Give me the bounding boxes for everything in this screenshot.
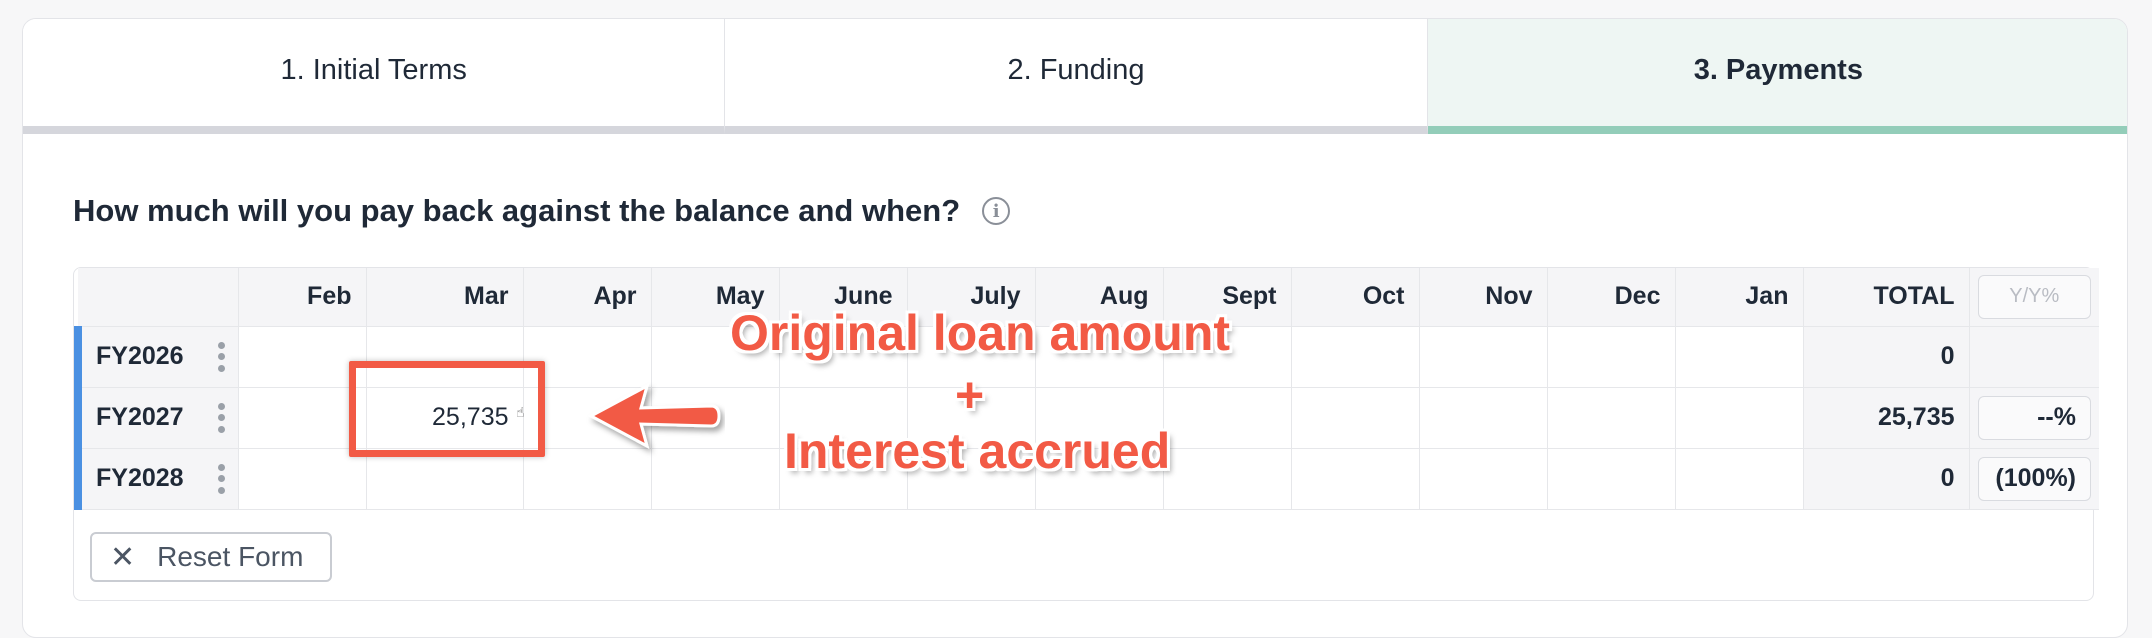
month-header: Apr xyxy=(522,268,652,327)
payment-cell[interactable] xyxy=(1290,447,1420,510)
row-total: 0 xyxy=(1802,325,1970,388)
kebab-menu-icon[interactable] xyxy=(218,463,226,494)
month-header: Mar xyxy=(365,268,524,327)
month-header: Feb xyxy=(237,268,367,327)
payment-cell[interactable] xyxy=(1674,325,1804,388)
total-header: TOTAL xyxy=(1802,268,1970,327)
annotation-line-2: + xyxy=(955,367,985,423)
payment-cell[interactable] xyxy=(365,447,524,510)
yoy-value: --% xyxy=(1977,395,2091,440)
payment-cell[interactable] xyxy=(1418,386,1548,449)
info-icon[interactable]: i xyxy=(982,197,1011,225)
payment-cell[interactable] xyxy=(1546,386,1676,449)
row-total: 25,735 xyxy=(1802,386,1970,449)
section-question: How much will you pay back against the b… xyxy=(73,193,1011,229)
row-label-text: FY2026 xyxy=(96,342,184,370)
close-icon: ✕ xyxy=(110,539,136,575)
row-label: FY2027 xyxy=(74,386,239,449)
corner-header xyxy=(78,268,239,327)
kebab-menu-icon[interactable] xyxy=(218,341,226,372)
yoy-header: Y/Y% xyxy=(1968,268,2099,327)
payment-cell[interactable] xyxy=(237,447,367,510)
payment-cell[interactable] xyxy=(1418,325,1548,388)
row-label-text: FY2027 xyxy=(96,403,184,431)
annotation-arrow-icon xyxy=(587,383,721,449)
payment-cell[interactable] xyxy=(1418,447,1548,510)
tab-payments[interactable]: 3. Payments xyxy=(1427,19,2127,134)
month-header: Nov xyxy=(1418,268,1548,327)
payment-cell[interactable] xyxy=(1546,325,1676,388)
payment-cell[interactable] xyxy=(1546,447,1676,510)
month-header: Jan xyxy=(1674,268,1804,327)
question-text: How much will you pay back against the b… xyxy=(73,193,961,228)
step-tabs: 1. Initial Terms 2. Funding 3. Payments xyxy=(23,19,2127,134)
annotation-line-3: Interest accrued xyxy=(784,423,1171,479)
payment-cell[interactable] xyxy=(1162,386,1292,449)
payment-cell[interactable] xyxy=(237,325,367,388)
payment-cell[interactable] xyxy=(1290,325,1420,388)
row-label: FY2028 xyxy=(74,447,239,510)
payment-cell[interactable] xyxy=(237,386,367,449)
tab-funding[interactable]: 2. Funding xyxy=(725,19,1428,134)
payment-cell[interactable] xyxy=(1290,386,1420,449)
row-yoy: (100%) xyxy=(1968,447,2099,510)
tab-initial-terms[interactable]: 1. Initial Terms xyxy=(23,19,726,134)
yoy-header-box: Y/Y% xyxy=(1977,274,2091,319)
month-header: Oct xyxy=(1290,268,1420,327)
reset-form-button[interactable]: ✕ Reset Form xyxy=(90,532,332,582)
payment-cell[interactable] xyxy=(1162,447,1292,510)
pointer-cursor-icon: ☝ xyxy=(516,404,525,420)
kebab-menu-icon[interactable] xyxy=(218,402,226,433)
yoy-value: (100%) xyxy=(1977,456,2091,501)
row-label: FY2026 xyxy=(74,325,239,388)
reset-form-label: Reset Form xyxy=(157,541,304,572)
month-header: Dec xyxy=(1546,268,1676,327)
row-label-text: FY2028 xyxy=(96,464,184,492)
row-yoy xyxy=(1968,325,2099,388)
row-total: 0 xyxy=(1802,447,1970,510)
row-yoy: --% xyxy=(1968,386,2099,449)
payment-cell[interactable] xyxy=(1674,386,1804,449)
payment-cell[interactable] xyxy=(1674,447,1804,510)
annotation-line-1: Original loan amount xyxy=(730,305,1231,361)
